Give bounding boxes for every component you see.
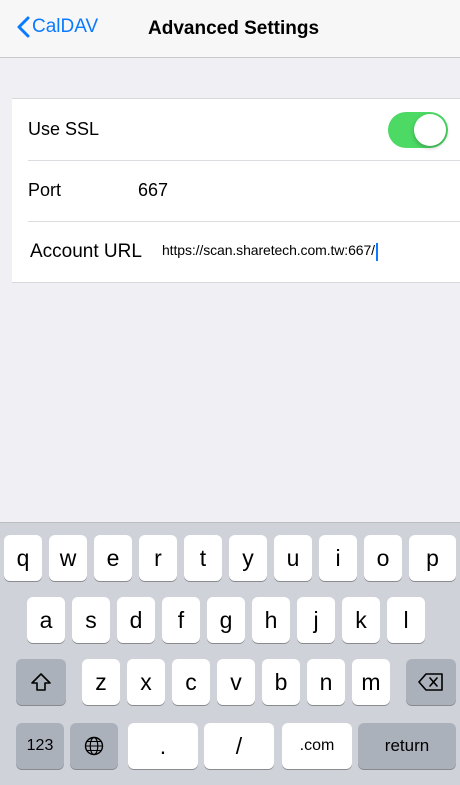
key-w[interactable]: w — [49, 535, 87, 581]
key-r[interactable]: r — [139, 535, 177, 581]
key-f[interactable]: f — [162, 597, 200, 643]
key-j[interactable]: j — [297, 597, 335, 643]
account-url-text: https://scan.sharetech.com.tw:667/ — [162, 242, 375, 259]
use-ssl-row: Use SSL — [12, 99, 460, 160]
back-button[interactable]: CalDAV — [16, 16, 98, 38]
port-label: Port — [28, 180, 62, 200]
key-y[interactable]: y — [229, 535, 267, 581]
use-ssl-label: Use SSL — [28, 119, 100, 139]
key-e[interactable]: e — [94, 535, 132, 581]
key-a[interactable]: a — [27, 597, 65, 643]
key-x[interactable]: x — [127, 659, 165, 705]
navigation-bar: CalDAV Advanced Settings — [0, 0, 460, 58]
key-o[interactable]: o — [364, 535, 402, 581]
key-m[interactable]: m — [352, 659, 390, 705]
delete-key[interactable] — [406, 659, 456, 705]
key-k[interactable]: k — [342, 597, 380, 643]
back-button-label: CalDAV — [32, 16, 99, 37]
dot-key[interactable]: . — [128, 723, 198, 769]
return-key[interactable]: return — [358, 723, 456, 769]
key-z[interactable]: z — [82, 659, 120, 705]
dotcom-key[interactable]: .com — [282, 723, 352, 769]
key-u[interactable]: u — [274, 535, 312, 581]
page-title: Advanced Settings — [148, 18, 320, 39]
port-row: Port 667 — [12, 160, 460, 221]
use-ssl-toggle[interactable] — [388, 112, 448, 148]
key-g[interactable]: g — [207, 597, 245, 643]
port-field[interactable]: 667 — [138, 180, 168, 201]
account-url-field[interactable]: https://scan.sharetech.com.tw:667/ — [162, 242, 378, 261]
account-url-row: Account URL https://scan.sharetech.com.t… — [12, 221, 460, 282]
chevron-left-icon — [17, 16, 30, 38]
text-cursor — [375, 242, 378, 261]
account-url-label: Account URL — [30, 240, 142, 262]
shift-icon — [31, 673, 51, 691]
key-v[interactable]: v — [217, 659, 255, 705]
key-d[interactable]: d — [117, 597, 155, 643]
key-s[interactable]: s — [72, 597, 110, 643]
key-c[interactable]: c — [172, 659, 210, 705]
key-n[interactable]: n — [307, 659, 345, 705]
globe-icon — [84, 736, 104, 756]
slash-key[interactable]: / — [204, 723, 274, 769]
key-i[interactable]: i — [319, 535, 357, 581]
key-h[interactable]: h — [252, 597, 290, 643]
backspace-icon — [418, 673, 443, 691]
key-b[interactable]: b — [262, 659, 300, 705]
key-l[interactable]: l — [387, 597, 425, 643]
shift-key[interactable] — [16, 659, 66, 705]
key-q[interactable]: q — [4, 535, 42, 581]
key-p[interactable]: p — [409, 535, 456, 581]
key-t[interactable]: t — [184, 535, 222, 581]
keyboard: q w e r t y u i o p a s d f g h j k l z … — [0, 522, 460, 785]
globe-key[interactable] — [70, 723, 118, 769]
screen: CalDAV Advanced Settings Use SSL Port 66… — [0, 0, 460, 785]
toggle-knob — [414, 114, 446, 146]
settings-group: Use SSL Port 667 Account URL https://sca… — [12, 98, 460, 283]
numbers-key[interactable]: 123 — [16, 723, 64, 769]
